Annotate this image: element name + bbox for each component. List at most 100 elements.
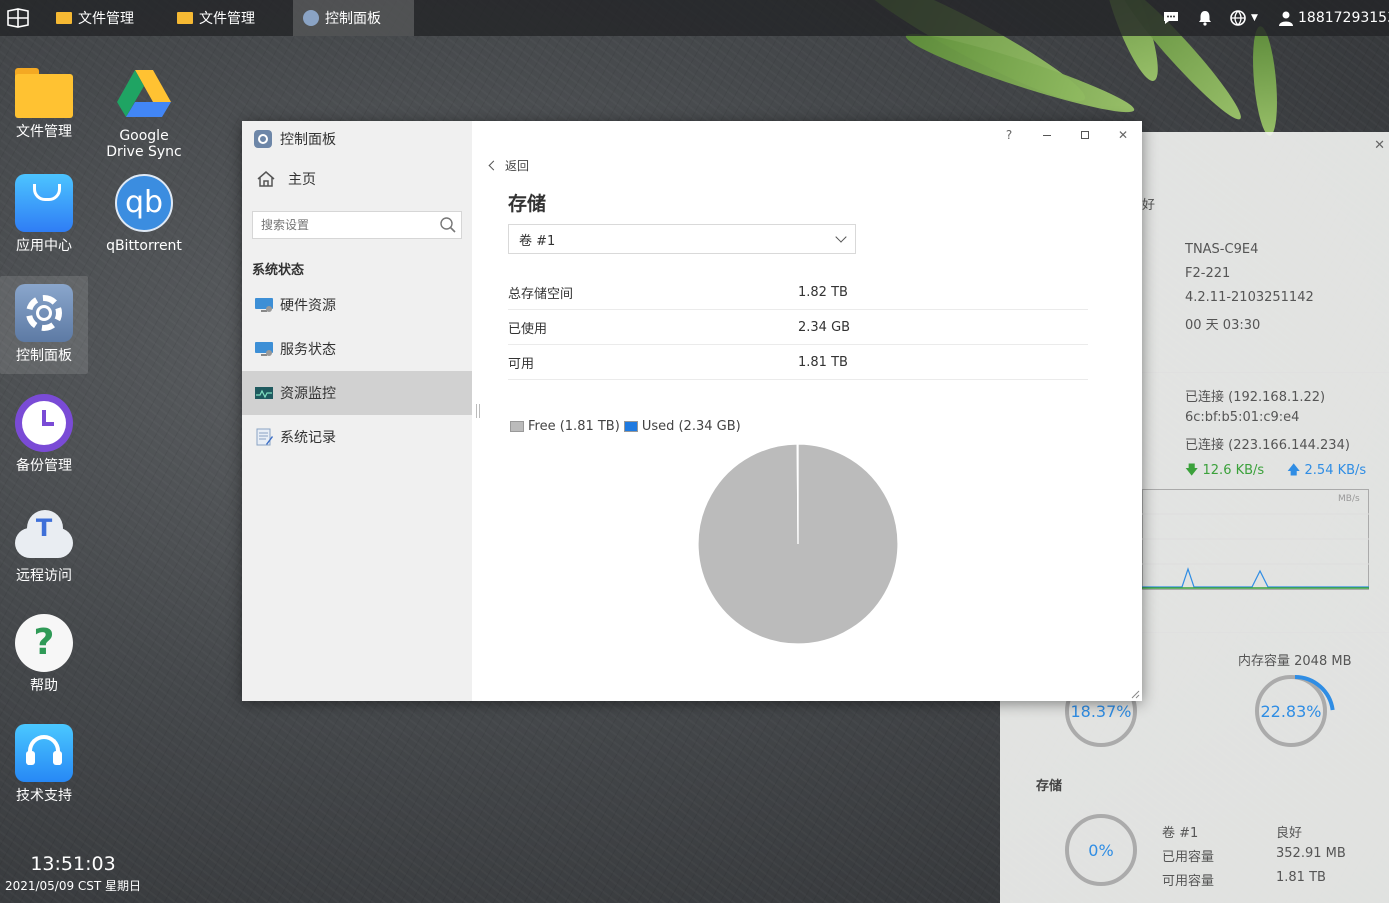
- minimize-button[interactable]: [1032, 125, 1062, 145]
- sidebar-item-system-log[interactable]: 系统记录: [242, 415, 472, 459]
- tray-language[interactable]: ▼: [1229, 0, 1258, 36]
- row-label: 总存储空间: [508, 286, 574, 302]
- section-title: 系统状态: [252, 263, 305, 278]
- widget-used-label: 已用容量: [1162, 850, 1215, 865]
- desktop-icon-control-panel[interactable]: 控制面板: [0, 276, 88, 374]
- task-file-manager-1[interactable]: 文件管理: [46, 0, 166, 36]
- control-panel-sidebar: 控制面板 主页 系统状态 硬件资源 服务状态 资源监控 系统记录: [242, 121, 480, 701]
- cpu-percent: 18.37%: [1070, 701, 1132, 721]
- search-icon[interactable]: [439, 216, 457, 234]
- back-label: 返回: [505, 159, 530, 173]
- folder-icon: [56, 12, 72, 24]
- desktop-icon-label: 应用中心: [16, 238, 72, 254]
- desktop-icon-qbittorrent[interactable]: qb qBittorrent: [100, 166, 188, 254]
- desktop-icon-label: Google Drive Sync: [106, 128, 182, 160]
- help-label: ?: [1005, 128, 1013, 142]
- sidebar-item-resource-monitor[interactable]: 资源监控: [242, 371, 472, 415]
- desktop-icon-help[interactable]: ? 帮助: [0, 606, 88, 694]
- globe-icon: [1230, 10, 1246, 26]
- start-logo-icon: [7, 8, 29, 28]
- storage-percent: 0%: [1088, 840, 1114, 860]
- task-file-manager-2[interactable]: 文件管理: [167, 0, 287, 36]
- tray-notifications[interactable]: [1196, 0, 1214, 36]
- download-speed: 🡇 12.6 KB/s: [1185, 461, 1264, 483]
- task-control-panel[interactable]: 控制面板: [293, 0, 414, 36]
- row-value: 2.34 GB: [798, 319, 851, 335]
- sidebar-item-home[interactable]: 主页: [256, 169, 316, 189]
- control-panel-icon: [254, 130, 272, 148]
- log-notepad-icon: [256, 428, 273, 446]
- firmware-version: 4.2.11-2103251142: [1185, 290, 1314, 305]
- qbittorrent-icon: qb: [115, 174, 173, 232]
- resize-grip-icon[interactable]: [1130, 689, 1140, 699]
- chevron-down-icon: ▼: [1251, 13, 1258, 23]
- desktop-icon-label: 技术支持: [16, 788, 72, 804]
- search-input[interactable]: [252, 211, 462, 239]
- help-button[interactable]: ?: [994, 125, 1024, 145]
- memory-label: 内存容量 2048 MB: [1238, 654, 1352, 669]
- desktop-icon-file-manager[interactable]: 文件管理: [0, 56, 88, 140]
- tray-user[interactable]: 18817293153: [1278, 0, 1389, 36]
- device-model: F2-221: [1185, 266, 1231, 281]
- chevron-left-icon: [488, 160, 499, 171]
- widget-status-text: 好: [1142, 198, 1156, 213]
- memory-ring-arc: [1255, 675, 1335, 755]
- qbittorrent-glyph: qb: [124, 185, 164, 220]
- desktop-icon-label: 文件管理: [16, 124, 72, 140]
- storage-row-used: 已使用 2.34 GB: [508, 310, 1088, 345]
- control-panel-icon: [303, 10, 319, 26]
- chevron-down-icon: [835, 231, 847, 243]
- task-label: 控制面板: [325, 11, 381, 27]
- row-value: 1.82 TB: [798, 284, 848, 300]
- clock-time: 13:51:03: [30, 853, 116, 875]
- chart-legend: Free (1.81 TB) Used (2.34 GB): [510, 419, 741, 434]
- upload-value: 2.54 KB/s: [1304, 463, 1367, 478]
- control-panel-content: ? ✕ 返回 存储 卷 #1 总存储空间 1.82 TB 已使用 2.34 GB…: [472, 121, 1142, 701]
- maximize-icon: [1081, 131, 1089, 139]
- page-title: 存储: [508, 193, 547, 215]
- close-button[interactable]: ✕: [1108, 125, 1138, 145]
- row-value: 1.81 TB: [798, 354, 848, 370]
- desktop-icon-google-drive[interactable]: Google Drive Sync: [100, 56, 188, 160]
- download-value: 12.6 KB/s: [1202, 463, 1265, 478]
- desktop-icon-label: 备份管理: [16, 458, 72, 474]
- window-title: 控制面板: [254, 129, 336, 149]
- storage-row-total: 总存储空间 1.82 TB: [508, 275, 1088, 310]
- volume-select[interactable]: 卷 #1: [508, 224, 856, 254]
- activity-monitor-icon: [255, 387, 273, 399]
- chat-icon: [1164, 12, 1178, 24]
- back-link[interactable]: 返回: [488, 157, 530, 174]
- sidebar-item-services[interactable]: 服务状态: [242, 327, 472, 371]
- folder-icon: [177, 12, 193, 24]
- clock-date: 2021/05/09 CST 星期日: [4, 879, 142, 893]
- arrow-up-icon: 🡅: [1287, 463, 1301, 478]
- storage-pie-chart: [697, 443, 899, 645]
- arrow-down-icon: 🡇: [1185, 463, 1199, 478]
- storage-usage-ring: 0%: [1065, 814, 1137, 886]
- sidebar-item-hardware[interactable]: 硬件资源: [242, 283, 472, 327]
- maximize-button[interactable]: [1070, 125, 1100, 145]
- device-name: TNAS-C9E4: [1185, 242, 1259, 257]
- shopping-bag-icon: [15, 174, 73, 232]
- tray-chat[interactable]: [1162, 0, 1180, 36]
- desktop-icon-label: qBittorrent: [106, 238, 182, 254]
- start-button[interactable]: [0, 0, 36, 36]
- widget-close-button[interactable]: ✕: [1374, 138, 1385, 153]
- widget-divider: [1142, 372, 1389, 373]
- desktop-icon-backup[interactable]: 备份管理: [0, 386, 88, 474]
- desktop-icon-remote-access[interactable]: T 远程访问: [0, 496, 88, 584]
- desktop-icon-label: 帮助: [30, 678, 58, 694]
- desktop-icon-tech-support[interactable]: 技术支持: [0, 716, 88, 804]
- home-label: 主页: [288, 172, 316, 188]
- widget-used-value: 352.91 MB: [1276, 846, 1346, 861]
- wan-status: 已连接 (223.166.144.234): [1185, 438, 1350, 453]
- remote-glyph: T: [35, 514, 53, 542]
- folder-icon: [15, 68, 73, 118]
- widget-volume-name: 卷 #1: [1162, 826, 1199, 841]
- nav-label: 系统记录: [280, 430, 336, 446]
- desktop-icon-app-center[interactable]: 应用中心: [0, 166, 88, 254]
- headset-icon: [15, 724, 73, 782]
- uptime: 00 天 03:30: [1185, 318, 1261, 333]
- legend-swatch-used: [623, 421, 638, 432]
- lan-status: 已连接 (192.168.1.22): [1185, 390, 1326, 405]
